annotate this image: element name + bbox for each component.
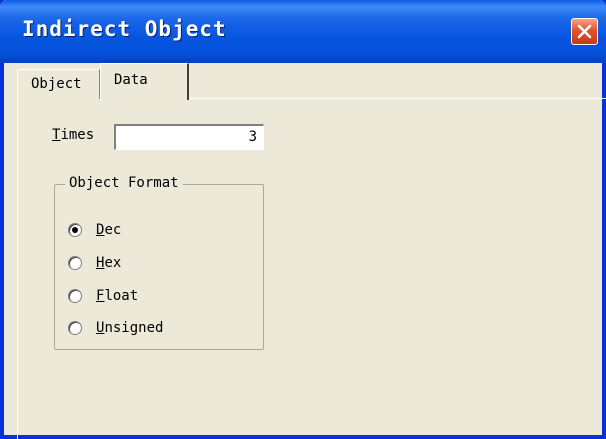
tab-object-label: Object xyxy=(31,76,82,92)
radio-dec-button[interactable] xyxy=(68,223,82,237)
object-format-title: Object Format xyxy=(65,175,183,191)
radio-hex-label[interactable]: Hex xyxy=(96,255,121,271)
title-bar[interactable]: Indirect Object xyxy=(0,0,606,63)
radio-hex-button[interactable] xyxy=(68,256,82,270)
radio-float-rest: loat xyxy=(104,288,139,304)
radio-dec-label[interactable]: Dec xyxy=(96,222,121,238)
times-label-rest: imes xyxy=(60,127,95,143)
radio-float-button[interactable] xyxy=(68,289,82,303)
close-button[interactable] xyxy=(571,18,598,45)
radio-float-label[interactable]: Float xyxy=(96,288,138,304)
radio-hex-rest: ex xyxy=(104,255,122,271)
tab-object[interactable]: Object xyxy=(17,69,100,99)
radio-unsigned-button[interactable] xyxy=(68,321,82,335)
radio-unsigned-label[interactable]: Unsigned xyxy=(96,320,163,336)
tab-data[interactable]: Data xyxy=(100,63,189,100)
close-icon xyxy=(577,24,592,39)
radio-selected-dot xyxy=(72,227,78,233)
radio-dec-rest: ec xyxy=(104,222,122,238)
times-input[interactable]: 3 xyxy=(114,124,264,150)
window-title: Indirect Object xyxy=(22,17,227,41)
times-label: Times xyxy=(52,127,94,143)
radio-unsigned-rest: nsigned xyxy=(104,320,164,336)
tab-data-label: Data xyxy=(114,72,148,88)
